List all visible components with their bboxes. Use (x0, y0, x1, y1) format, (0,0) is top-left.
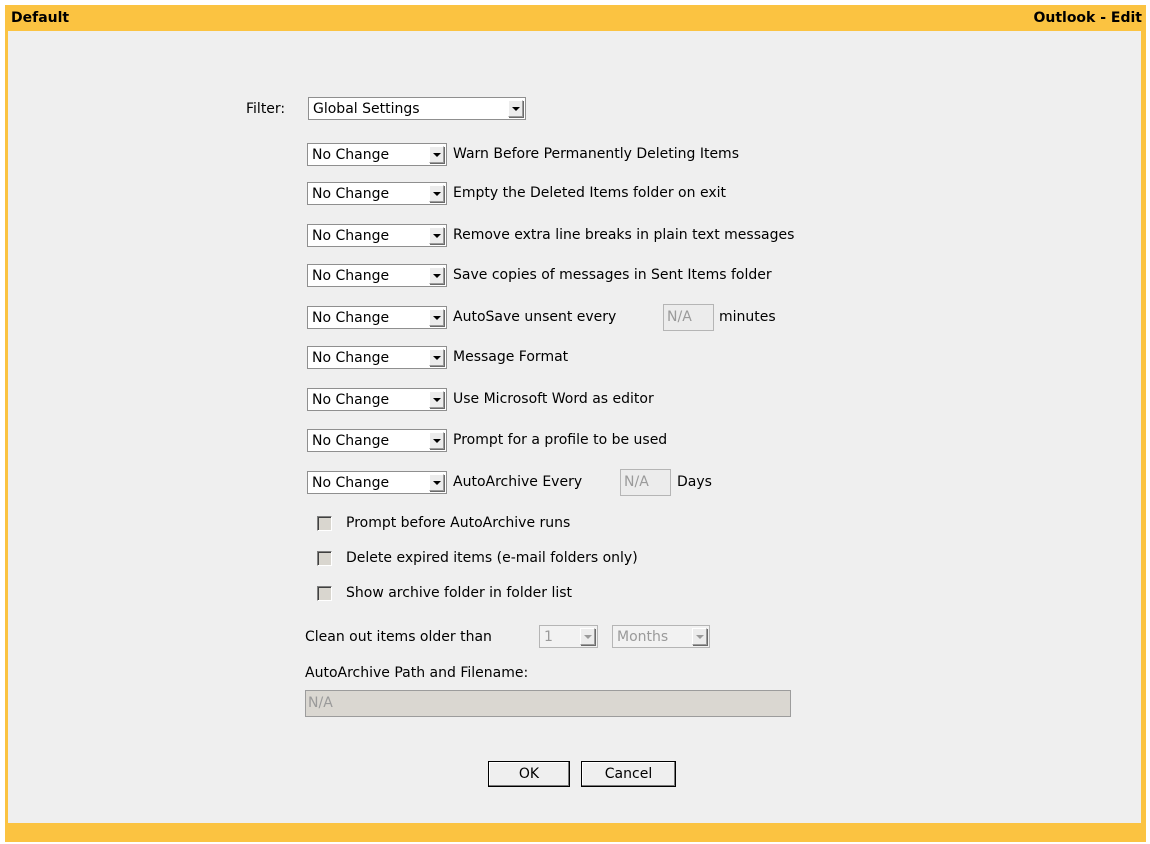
profile-prompt-label: Prompt for a profile to be used (453, 432, 668, 448)
archive-path-label: AutoArchive Path and Filename: (305, 665, 529, 681)
title-left: Default (11, 10, 70, 26)
chevron-down-icon[interactable] (429, 349, 444, 366)
filter-select[interactable]: Global Settings (308, 97, 526, 120)
warn-delete-select[interactable]: No Change (307, 143, 447, 166)
chevron-down-icon[interactable] (508, 100, 523, 117)
select-value: No Change (312, 146, 390, 163)
cleanout-label: Clean out items older than (305, 629, 492, 645)
ok-button[interactable]: OK (488, 761, 570, 787)
chevron-down-icon[interactable] (429, 432, 444, 449)
message-format-label: Message Format (453, 349, 569, 365)
autoarchive-days-input[interactable]: N/A (620, 469, 671, 496)
cancel-button[interactable]: Cancel (581, 761, 676, 787)
autosave-suffix: minutes (719, 309, 776, 325)
select-value: No Change (312, 391, 390, 408)
filter-label: Filter: (246, 101, 286, 117)
select-value: No Change (312, 432, 390, 449)
select-value: No Change (312, 267, 390, 284)
chevron-down-icon[interactable] (429, 309, 444, 326)
empty-deleted-label: Empty the Deleted Items folder on exit (453, 185, 726, 201)
show-archive-label: Show archive folder in folder list (346, 585, 573, 601)
save-sent-label: Save copies of messages in Sent Items fo… (453, 267, 772, 283)
prompt-autoarchive-label: Prompt before AutoArchive runs (346, 515, 571, 531)
select-value: No Change (312, 474, 390, 491)
select-value: No Change (312, 227, 390, 244)
chevron-down-icon[interactable] (429, 185, 444, 202)
select-value: Months (617, 628, 669, 645)
title-bar: Default Outlook - Edit (5, 5, 1146, 31)
show-archive-checkbox[interactable] (317, 586, 332, 601)
chevron-down-icon[interactable] (429, 391, 444, 408)
empty-deleted-select[interactable]: No Change (307, 182, 447, 205)
chevron-down-icon[interactable] (580, 628, 595, 645)
select-value: No Change (312, 349, 390, 366)
word-editor-select[interactable]: No Change (307, 388, 447, 411)
chevron-down-icon[interactable] (429, 146, 444, 163)
message-format-select[interactable]: No Change (307, 346, 447, 369)
profile-prompt-select[interactable]: No Change (307, 429, 447, 452)
save-sent-select[interactable]: No Change (307, 264, 447, 287)
autoarchive-select[interactable]: No Change (307, 471, 447, 494)
line-breaks-label: Remove extra line breaks in plain text m… (453, 227, 795, 243)
prompt-autoarchive-checkbox[interactable] (317, 516, 332, 531)
select-value: No Change (312, 185, 390, 202)
select-value: 1 (544, 628, 553, 645)
autosave-select[interactable]: No Change (307, 306, 447, 329)
autosave-label: AutoSave unsent every (453, 309, 617, 325)
cleanout-amount-select[interactable]: 1 (539, 625, 598, 648)
cleanout-unit-select[interactable]: Months (612, 625, 710, 648)
autoarchive-label: AutoArchive Every (453, 474, 583, 490)
archive-path-input[interactable]: N/A (305, 690, 791, 717)
chevron-down-icon[interactable] (692, 628, 707, 645)
word-editor-label: Use Microsoft Word as editor (453, 391, 654, 407)
autoarchive-suffix: Days (677, 474, 712, 490)
line-breaks-select[interactable]: No Change (307, 224, 447, 247)
chevron-down-icon[interactable] (429, 227, 444, 244)
delete-expired-label: Delete expired items (e-mail folders onl… (346, 550, 638, 566)
title-right: Outlook - Edit (1033, 10, 1142, 26)
chevron-down-icon[interactable] (429, 267, 444, 284)
select-value: No Change (312, 309, 390, 326)
filter-value: Global Settings (313, 100, 420, 117)
warn-delete-label: Warn Before Permanently Deleting Items (453, 146, 739, 162)
delete-expired-checkbox[interactable] (317, 551, 332, 566)
chevron-down-icon[interactable] (429, 474, 444, 491)
autosave-minutes-input[interactable]: N/A (663, 304, 714, 331)
